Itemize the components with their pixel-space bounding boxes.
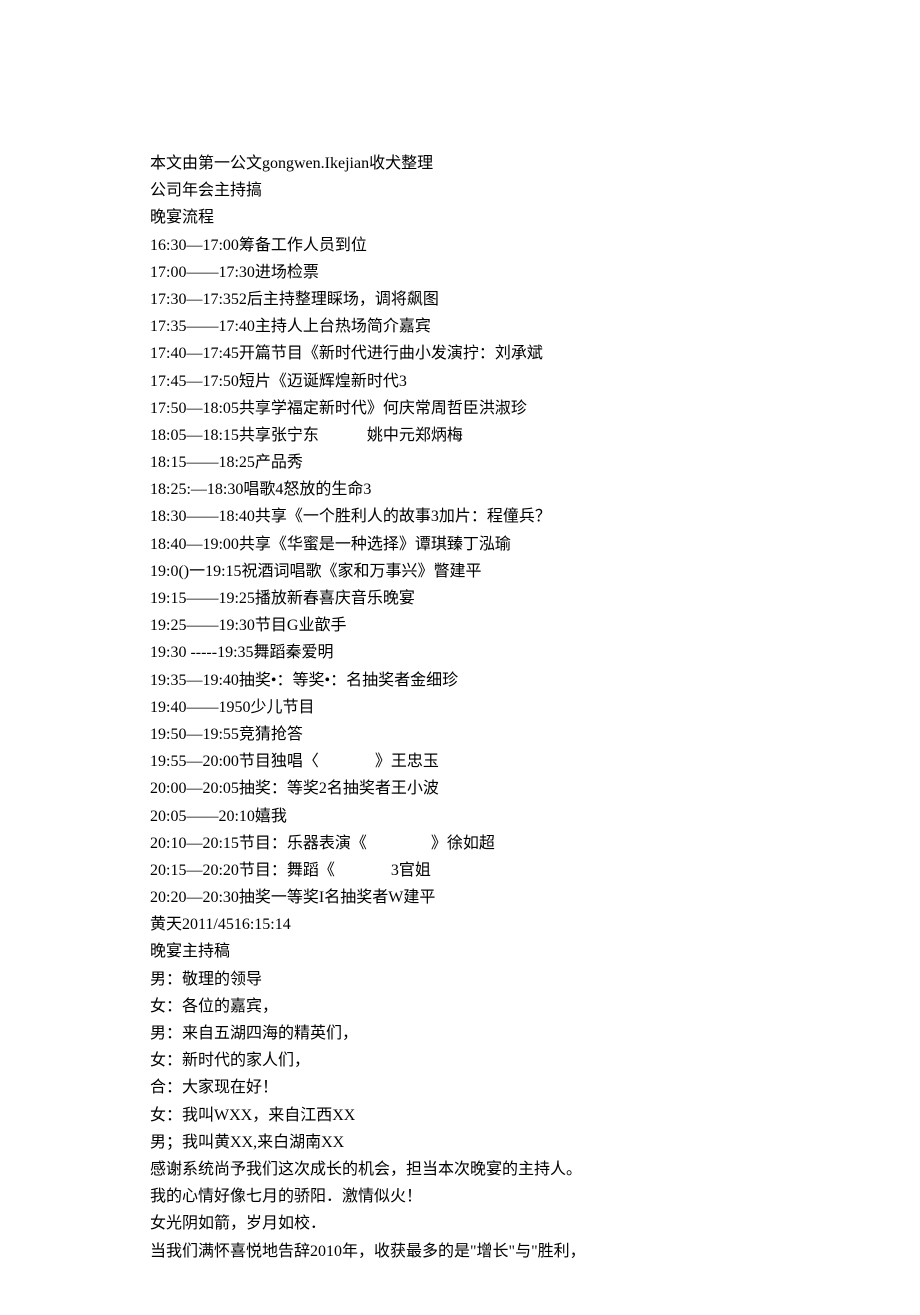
text-line: 20:05——20:10嬉我 bbox=[150, 803, 770, 830]
text-line: 本文由第一公文gongwen.Ikejian收犬整理 bbox=[150, 150, 770, 177]
text-line: 20:15—20:20节目：舞蹈《 3官姐 bbox=[150, 857, 770, 884]
text-line: 女：各位的嘉宾， bbox=[150, 993, 770, 1020]
text-line: 我的心情好像七月的骄阳．激情似火！ bbox=[150, 1183, 770, 1210]
text-line: 20:00—20:05抽奖：等奖2名抽奖者王小波 bbox=[150, 775, 770, 802]
text-line: 17:40—17:45开篇节目《新时代进行曲小发演拧：刘承斌 bbox=[150, 340, 770, 367]
text-line: 20:20—20:30抽奖一等奖I名抽奖者W建平 bbox=[150, 884, 770, 911]
text-line: 17:35——17:40主持人上台热场简介嘉宾 bbox=[150, 313, 770, 340]
text-line: 19:55—20:00节目独唱〈 》王忠玉 bbox=[150, 748, 770, 775]
text-line: 男；我叫黄XX,来白湖南XX bbox=[150, 1129, 770, 1156]
text-line: 19:50—19:55竞猜抢答 bbox=[150, 721, 770, 748]
text-line: 男：来自五湖四海的精英们， bbox=[150, 1020, 770, 1047]
text-line: 19:0()一19:15祝酒词唱歌《家和万事兴》瞥建平 bbox=[150, 558, 770, 585]
text-line: 女光阴如箭，岁月如校． bbox=[150, 1210, 770, 1237]
text-line: 16:30—17:00筹备工作人员到位 bbox=[150, 232, 770, 259]
text-line: 17:45—17:50短片《迈诞辉煌新时代3 bbox=[150, 368, 770, 395]
text-line: 18:30——18:40共享《一个胜利人的故事3加片：程僮兵？ bbox=[150, 503, 770, 530]
text-line: 18:15——18:25产品秀 bbox=[150, 449, 770, 476]
text-line: 18:40—19:00共享《华蜜是一种选择》谭琪臻丁泓瑜 bbox=[150, 531, 770, 558]
text-line: 19:15——19:25播放新春喜庆音乐晚宴 bbox=[150, 585, 770, 612]
text-line: 晚宴主持稿 bbox=[150, 938, 770, 965]
text-line: 19:35—19:40抽奖•：等奖•：名抽奖者金细珍 bbox=[150, 667, 770, 694]
document-page: 本文由第一公文gongwen.Ikejian收犬整理 公司年会主持搞 晚宴流程 … bbox=[0, 0, 920, 1315]
text-line: 18:25:—18:30唱歌4怒放的生命3 bbox=[150, 476, 770, 503]
text-line: 19:40——1950少儿节目 bbox=[150, 694, 770, 721]
text-line: 合：大家现在好！ bbox=[150, 1074, 770, 1101]
text-line: 女：新时代的家人们， bbox=[150, 1047, 770, 1074]
text-line: 晚宴流程 bbox=[150, 204, 770, 231]
text-line: 黄天2011/4516:15:14 bbox=[150, 911, 770, 938]
text-line: 17:50—18:05共享学福定新时代》何庆常周哲臣洪淑珍 bbox=[150, 395, 770, 422]
text-line: 19:30 -----19:35舞蹈秦爱明 bbox=[150, 639, 770, 666]
text-line: 17:00——17:30进场检票 bbox=[150, 259, 770, 286]
text-line: 感谢系统尚予我们这次成长的机会，担当本次晚宴的主持人。 bbox=[150, 1156, 770, 1183]
text-line: 19:25——19:30节目G业歆手 bbox=[150, 612, 770, 639]
text-line: 公司年会主持搞 bbox=[150, 177, 770, 204]
text-line: 女：我叫WXX，来自江西XX bbox=[150, 1102, 770, 1129]
text-line: 17:30—17:352后主持整理睬场，调将飙图 bbox=[150, 286, 770, 313]
text-line: 18:05—18:15共享张宁东 姚中元郑炳梅 bbox=[150, 422, 770, 449]
text-line: 当我们满怀喜悦地告辞2010年，收获最多的是"增长"与"胜利， bbox=[150, 1238, 770, 1265]
text-line: 20:10—20:15节目：乐器表演《 》徐如超 bbox=[150, 830, 770, 857]
text-line: 男：敬理的领导 bbox=[150, 966, 770, 993]
